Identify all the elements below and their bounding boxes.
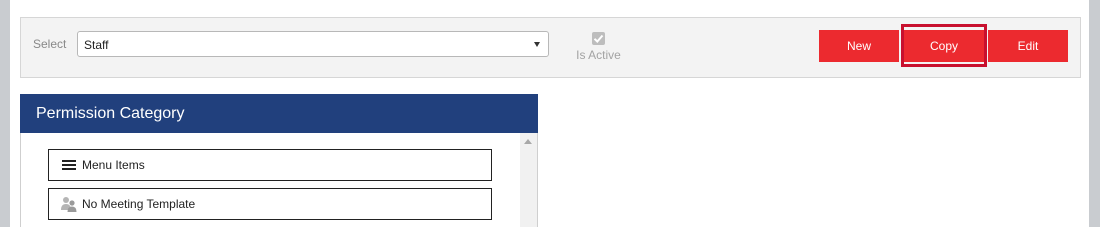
permission-category-panel: Permission Category Menu Items No Meetin… [20,94,538,227]
toolbar: Select Staff Is Active New Copy Edit [20,17,1081,78]
is-active-control: Is Active [576,32,621,64]
role-select-dropdown[interactable]: Staff [77,31,549,57]
edit-button[interactable]: Edit [988,30,1068,62]
copy-button[interactable]: Copy [903,30,985,62]
checkmark-icon [593,34,604,43]
scroll-up-arrow-icon[interactable] [524,139,532,144]
select-label: Select [33,37,67,51]
permission-item-label: No Meeting Template [82,197,196,211]
is-active-checkbox [592,32,605,45]
vertical-scrollbar[interactable] [520,133,537,227]
role-select-value: Staff [84,38,109,52]
new-button[interactable]: New [819,30,899,62]
permission-category-list: Menu Items No Meeting Template [20,133,538,227]
is-active-label: Is Active [576,48,621,62]
permission-item-no-meeting-template[interactable]: No Meeting Template [48,188,492,220]
window-left-border [0,0,10,227]
permission-item-menu-items[interactable]: Menu Items [48,149,492,181]
people-icon [61,196,77,212]
window-right-border [1089,0,1100,227]
caret-down-icon [534,42,540,47]
permission-item-label: Menu Items [82,158,145,172]
hamburger-menu-icon [61,157,77,173]
permission-category-title: Permission Category [20,94,538,133]
